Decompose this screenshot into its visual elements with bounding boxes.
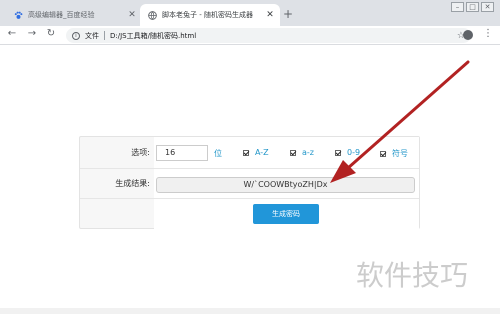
watermark: 软件技巧 (356, 259, 469, 292)
arrow-shaft (346, 60, 470, 170)
bottom-strip (0, 308, 500, 314)
